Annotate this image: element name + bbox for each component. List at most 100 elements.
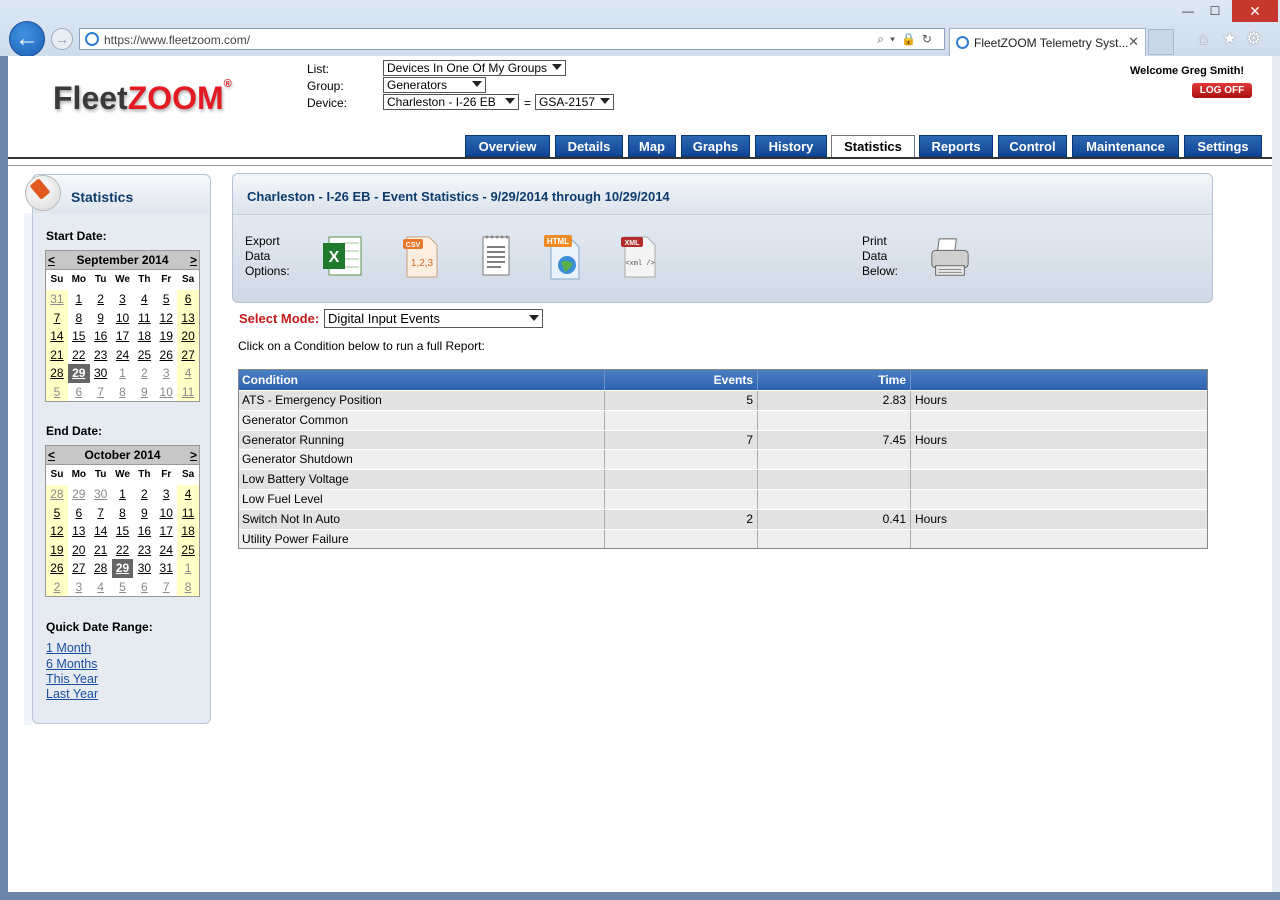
calendar-day[interactable]: 3 (112, 290, 134, 309)
calendar-day[interactable]: 7 (90, 504, 112, 523)
calendar-day[interactable]: 17 (155, 522, 177, 541)
calendar-day[interactable]: 3 (155, 485, 177, 504)
calendar-day[interactable]: 4 (133, 290, 155, 309)
text-export-icon[interactable] (473, 231, 517, 281)
calendar-day[interactable]: 10 (112, 309, 134, 328)
calendar-day[interactable]: 23 (90, 346, 112, 365)
table-row[interactable]: Generator Shutdown (239, 449, 1207, 470)
gear-icon[interactable]: ⚙ (1246, 29, 1261, 49)
tab-details[interactable]: Details (555, 135, 623, 157)
tab-control[interactable]: Control (998, 135, 1067, 157)
calendar-day[interactable]: 28 (90, 559, 112, 578)
calendar-day[interactable]: 28 (46, 364, 68, 383)
home-icon[interactable]: ⌂ (1198, 29, 1208, 49)
condition-cell[interactable]: Generator Shutdown (239, 450, 605, 470)
quick-link-last-year[interactable]: Last Year (46, 687, 98, 701)
calendar-day[interactable]: 3 (155, 364, 177, 383)
calendar-day[interactable]: 26 (46, 559, 68, 578)
calendar-day[interactable]: 24 (112, 346, 134, 365)
group-select[interactable]: Generators (383, 77, 486, 93)
calendar-day[interactable]: 22 (68, 346, 90, 365)
tab-graphs[interactable]: Graphs (681, 135, 750, 157)
calendar-day[interactable]: 25 (177, 540, 200, 559)
calendar-day[interactable]: 18 (133, 327, 155, 346)
calendar-day[interactable]: 16 (133, 522, 155, 541)
logoff-button[interactable]: LOG OFF (1192, 83, 1252, 98)
condition-cell[interactable]: Low Fuel Level (239, 489, 605, 509)
calendar-day[interactable]: 5 (46, 503, 68, 522)
calendar-day[interactable]: 6 (68, 504, 90, 523)
calendar-day[interactable]: 20 (68, 541, 90, 560)
calendar-day[interactable]: 31 (46, 290, 68, 309)
calendar-day[interactable]: 6 (68, 383, 90, 402)
browser-tab[interactable]: FleetZOOM Telemetry Syst... ✕ (949, 28, 1146, 56)
calendar-day[interactable]: 5 (112, 578, 134, 597)
calendar-day[interactable]: 1 (112, 485, 134, 504)
table-row[interactable]: Generator Running 7 7.45 Hours (239, 429, 1207, 450)
calendar-day[interactable]: 30 (90, 364, 112, 383)
calendar-day[interactable]: 15 (68, 327, 90, 346)
calendar-day[interactable]: 29 (68, 485, 90, 504)
tab-maintenance[interactable]: Maintenance (1072, 135, 1179, 157)
csv-export-icon[interactable]: CSV 1,2,3 (399, 231, 443, 281)
column-header-condition[interactable]: Condition (239, 370, 605, 390)
address-bar[interactable]: https://www.fleetzoom.com/ ⌕▾🔒↻ (79, 28, 945, 50)
calendar-day[interactable]: 4 (177, 485, 200, 504)
printer-icon[interactable] (928, 234, 972, 284)
calendar-day[interactable]: 27 (177, 345, 200, 364)
calendar-day[interactable]: 13 (68, 522, 90, 541)
calendar-day[interactable]: 29 (111, 559, 134, 578)
calendar-day[interactable]: 12 (46, 522, 68, 541)
calendar-day[interactable]: 6 (133, 578, 155, 597)
new-tab-button[interactable] (1148, 29, 1174, 55)
table-row[interactable]: Low Fuel Level (239, 488, 1207, 509)
calendar-day[interactable]: 2 (90, 290, 112, 309)
list-select[interactable]: Devices In One Of My Groups (383, 60, 566, 76)
window-close-button[interactable]: ✕ (1232, 0, 1278, 22)
calendar-day[interactable]: 2 (46, 577, 68, 596)
table-row[interactable]: ATS - Emergency Position 5 2.83 Hours (239, 390, 1207, 410)
calendar-day[interactable]: 2 (133, 485, 155, 504)
calendar-day[interactable]: 7 (90, 383, 112, 402)
calendar-day[interactable]: 11 (133, 309, 155, 328)
calendar-day[interactable]: 7 (46, 308, 68, 327)
calendar-day[interactable]: 5 (46, 382, 68, 401)
table-row[interactable]: Switch Not In Auto 2 0.41 Hours (239, 508, 1207, 529)
calendar-day[interactable]: 8 (68, 309, 90, 328)
calendar-day[interactable]: 9 (90, 309, 112, 328)
calendar-day[interactable]: 10 (155, 504, 177, 523)
column-header-events[interactable]: Events (605, 370, 758, 390)
calendar-day[interactable]: 1 (68, 290, 90, 309)
maximize-button[interactable]: ☐ (1207, 4, 1223, 20)
condition-cell[interactable]: ATS - Emergency Position (239, 391, 605, 410)
calendar-day[interactable]: 4 (90, 578, 112, 597)
calendar-day[interactable]: 6 (177, 290, 200, 309)
calendar-day[interactable]: 8 (112, 504, 134, 523)
calendar-day[interactable]: 30 (133, 559, 155, 578)
tab-map[interactable]: Map (628, 135, 676, 157)
table-row[interactable]: Generator Common (239, 409, 1207, 430)
calendar-day[interactable]: 10 (155, 383, 177, 402)
calendar-day[interactable]: 30 (90, 485, 112, 504)
address-url[interactable]: https://www.fleetzoom.com/ (104, 33, 250, 47)
calendar-day[interactable]: 8 (112, 383, 134, 402)
calendar-day[interactable]: 12 (155, 309, 177, 328)
calendar-day[interactable]: 11 (177, 503, 200, 522)
calendar-day[interactable]: 9 (133, 383, 155, 402)
calendar-day[interactable]: 25 (133, 346, 155, 365)
favorites-star-icon[interactable]: ★ (1222, 29, 1237, 49)
calendar-day[interactable]: 8 (177, 577, 200, 596)
minimize-button[interactable]: — (1180, 4, 1196, 20)
device-id-select[interactable]: GSA-2157 (535, 94, 614, 110)
mode-select[interactable]: Digital Input Events (324, 309, 543, 328)
calendar-day[interactable]: 7 (155, 578, 177, 597)
calendar-day[interactable]: 28 (46, 485, 68, 504)
calendar-day[interactable]: 27 (68, 559, 90, 578)
end-cal-prev-month[interactable]: < (48, 446, 55, 464)
calendar-day[interactable]: 14 (46, 327, 68, 346)
html-export-icon[interactable]: HTML (541, 231, 585, 281)
quick-link-1-month[interactable]: 1 Month (46, 641, 91, 655)
tab-reports[interactable]: Reports (919, 135, 993, 157)
calendar-day[interactable]: 2 (133, 364, 155, 383)
calendar-day[interactable]: 19 (155, 327, 177, 346)
